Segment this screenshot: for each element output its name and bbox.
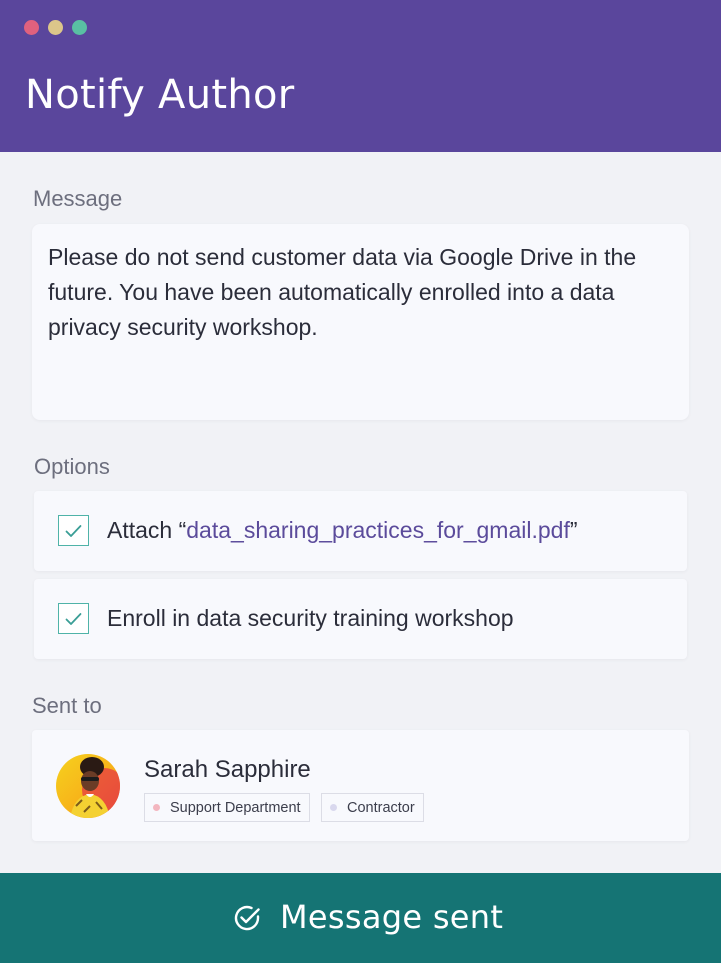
tag-label: Support Department: [170, 799, 301, 816]
attach-suffix: ”: [569, 517, 578, 543]
checkmark-icon: [65, 524, 82, 537]
message-label: Message: [33, 186, 123, 211]
close-window-button[interactable]: [24, 20, 39, 35]
avatar-image: [56, 754, 120, 818]
sent-to-label: Sent to: [32, 693, 102, 718]
message-textarea[interactable]: Please do not send customer data via Goo…: [32, 224, 689, 420]
avatar: [56, 754, 120, 818]
message-text: Please do not send customer data via Goo…: [48, 244, 637, 340]
checkmark-icon: [65, 612, 82, 625]
options-label: Options: [34, 454, 110, 479]
enroll-workshop-checkbox[interactable]: [58, 603, 89, 634]
attach-file-checkbox[interactable]: [58, 515, 89, 546]
tag-label: Contractor: [347, 799, 415, 816]
window-header: Notify Author: [0, 0, 721, 152]
enroll-workshop-label: Enroll in data security training worksho…: [107, 605, 514, 631]
option-attach-file[interactable]: Attach “data_sharing_practices_for_gmail…: [34, 491, 687, 571]
recipient-card: Sarah Sapphire Support Department Contra…: [32, 730, 689, 841]
option-enroll-workshop[interactable]: Enroll in data security training worksho…: [34, 579, 687, 659]
tag-dot-icon: [330, 804, 337, 811]
attach-file-label: Attach “data_sharing_practices_for_gmail…: [107, 517, 578, 544]
status-text: Message sent: [280, 898, 504, 936]
tag-support-department: Support Department: [144, 793, 310, 822]
tag-dot-icon: [153, 804, 160, 811]
tag-contractor: Contractor: [321, 793, 424, 822]
maximize-window-button[interactable]: [72, 20, 87, 35]
minimize-window-button[interactable]: [48, 20, 63, 35]
attach-prefix: Attach “: [107, 517, 187, 543]
window-title: Notify Author: [25, 72, 295, 118]
recipient-name: Sarah Sapphire: [144, 756, 311, 783]
check-circle-icon: [234, 905, 260, 931]
window-controls: [24, 20, 87, 35]
attachment-filename[interactable]: data_sharing_practices_for_gmail.pdf: [186, 517, 570, 543]
